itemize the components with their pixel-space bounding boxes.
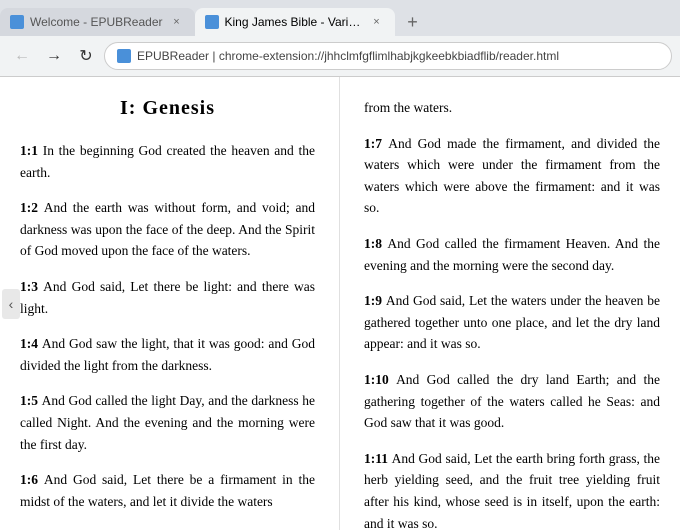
chapter-title: I: Genesis [20,97,315,120]
browser-chrome: Welcome - EPUBReader × King James Bible … [0,0,680,77]
verse-1-3-text: And God said, Let there be light: and th… [20,279,315,316]
tab-epubreader[interactable]: Welcome - EPUBReader × [0,8,195,36]
reader-container: ‹ I: Genesis 1:1 In the beginning God cr… [0,77,680,530]
verse-1-4: 1:4 And God saw the light, that it was g… [20,333,315,376]
verse-1-4-ref: 1:4 [20,336,42,351]
verse-1-9-text: And God said, Let the waters under the h… [364,293,660,351]
verse-1-2: 1:2 And the earth was without form, and … [20,197,315,262]
new-tab-button[interactable]: + [399,8,427,36]
verse-1-11: 1:11 And God said, Let the earth bring f… [364,448,660,530]
verse-1-6-text: And God said, Let there be a firmament i… [20,472,315,509]
verse-1-3: 1:3 And God said, Let there be light: an… [20,276,315,319]
right-intro-text: from the waters. [364,97,660,119]
right-intro: from the waters. [364,100,452,115]
verse-1-1-ref: 1:1 [20,143,43,158]
verse-1-5-ref: 1:5 [20,393,42,408]
verse-1-10-text: And God called the dry land Earth; and t… [364,372,660,430]
verse-1-1-text: In the beginning God created the heaven … [20,143,315,180]
forward-button[interactable]: → [40,42,68,70]
address-bar[interactable]: EPUBReader | chrome-extension://jhhclmfg… [104,42,672,70]
verse-1-8: 1:8 And God called the firmament Heaven.… [364,233,660,276]
verse-1-11-ref: 1:11 [364,451,392,466]
verse-1-6-ref: 1:6 [20,472,44,487]
verse-1-11-text: And God said, Let the earth bring forth … [364,451,660,530]
verse-1-1: 1:1 In the beginning God created the hea… [20,140,315,183]
verse-1-2-ref: 1:2 [20,200,44,215]
verse-1-9: 1:9 And God said, Let the waters under t… [364,290,660,355]
verse-1-8-text: And God called the firmament Heaven. And… [364,236,660,273]
verse-1-5: 1:5 And God called the light Day, and th… [20,390,315,455]
verse-1-7: 1:7 And God made the firmament, and divi… [364,133,660,219]
verse-1-7-text: And God made the firmament, and divided … [364,136,660,216]
verse-1-10-ref: 1:10 [364,372,396,387]
tab-bar: Welcome - EPUBReader × King James Bible … [0,0,680,36]
verse-1-6: 1:6 And God said, Let there be a firmame… [20,469,315,512]
verse-1-2-text: And the earth was without form, and void… [20,200,315,258]
verse-1-10: 1:10 And God called the dry land Earth; … [364,369,660,434]
prev-page-button[interactable]: ‹ [2,289,20,319]
verse-1-8-ref: 1:8 [364,236,387,251]
tab1-favicon [10,15,24,29]
tab2-close-button[interactable]: × [369,14,385,30]
right-panel: from the waters. 1:7 And God made the fi… [340,77,680,530]
reload-button[interactable]: ↻ [72,42,100,70]
tab1-close-button[interactable]: × [169,14,185,30]
tab-kjb[interactable]: King James Bible - Various × [195,8,395,36]
address-favicon [117,49,131,63]
verse-1-9-ref: 1:9 [364,293,386,308]
tab1-label: Welcome - EPUBReader [30,15,163,29]
verse-1-3-ref: 1:3 [20,279,43,294]
left-panel: ‹ I: Genesis 1:1 In the beginning God cr… [0,77,340,530]
verse-1-5-text: And God called the light Day, and the da… [20,393,315,451]
tab2-favicon [205,15,219,29]
verse-1-4-text: And God saw the light, that it was good:… [20,336,315,373]
back-button[interactable]: ← [8,42,36,70]
tab2-label: King James Bible - Various [225,15,363,29]
nav-bar: ← → ↻ EPUBReader | chrome-extension://jh… [0,36,680,76]
address-url: EPUBReader | chrome-extension://jhhclmfg… [137,49,559,63]
verse-1-7-ref: 1:7 [364,136,388,151]
